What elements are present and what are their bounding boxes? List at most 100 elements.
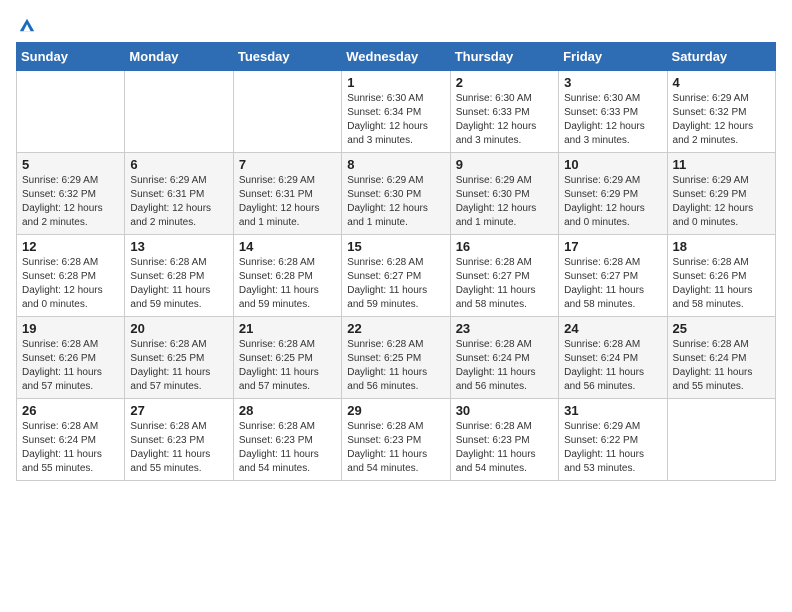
calendar-cell: 18 Sunrise: 6:28 AM Sunset: 6:26 PM Dayl… [667, 235, 775, 317]
calendar-cell: 24 Sunrise: 6:28 AM Sunset: 6:24 PM Dayl… [559, 317, 667, 399]
logo-icon [18, 16, 36, 34]
day-info: Sunrise: 6:30 AM Sunset: 6:33 PM Dayligh… [564, 92, 661, 148]
calendar-cell: 19 Sunrise: 6:28 AM Sunset: 6:26 PM Dayl… [17, 317, 125, 399]
calendar-cell: 7 Sunrise: 6:29 AM Sunset: 6:31 PM Dayli… [233, 153, 341, 235]
day-number: 15 [347, 239, 444, 254]
day-info: Sunrise: 6:29 AM Sunset: 6:32 PM Dayligh… [22, 174, 119, 230]
day-info: Sunrise: 6:29 AM Sunset: 6:30 PM Dayligh… [347, 174, 444, 230]
day-number: 28 [239, 403, 336, 418]
day-info: Sunrise: 6:28 AM Sunset: 6:27 PM Dayligh… [456, 256, 553, 312]
calendar-cell: 11 Sunrise: 6:29 AM Sunset: 6:29 PM Dayl… [667, 153, 775, 235]
day-number: 10 [564, 157, 661, 172]
day-number: 22 [347, 321, 444, 336]
day-info: Sunrise: 6:28 AM Sunset: 6:28 PM Dayligh… [22, 256, 119, 312]
calendar-cell: 10 Sunrise: 6:29 AM Sunset: 6:29 PM Dayl… [559, 153, 667, 235]
day-number: 27 [130, 403, 227, 418]
calendar-cell: 2 Sunrise: 6:30 AM Sunset: 6:33 PM Dayli… [450, 71, 558, 153]
day-number: 20 [130, 321, 227, 336]
calendar-cell: 27 Sunrise: 6:28 AM Sunset: 6:23 PM Dayl… [125, 399, 233, 481]
day-info: Sunrise: 6:29 AM Sunset: 6:29 PM Dayligh… [564, 174, 661, 230]
calendar-week-row: 26 Sunrise: 6:28 AM Sunset: 6:24 PM Dayl… [17, 399, 776, 481]
day-info: Sunrise: 6:28 AM Sunset: 6:26 PM Dayligh… [22, 338, 119, 394]
col-header-monday: Monday [125, 43, 233, 71]
day-number: 30 [456, 403, 553, 418]
day-info: Sunrise: 6:29 AM Sunset: 6:31 PM Dayligh… [239, 174, 336, 230]
calendar-cell: 8 Sunrise: 6:29 AM Sunset: 6:30 PM Dayli… [342, 153, 450, 235]
day-info: Sunrise: 6:28 AM Sunset: 6:26 PM Dayligh… [673, 256, 770, 312]
calendar-cell [233, 71, 341, 153]
calendar-table: SundayMondayTuesdayWednesdayThursdayFrid… [16, 42, 776, 481]
calendar-cell: 21 Sunrise: 6:28 AM Sunset: 6:25 PM Dayl… [233, 317, 341, 399]
col-header-tuesday: Tuesday [233, 43, 341, 71]
calendar-cell: 22 Sunrise: 6:28 AM Sunset: 6:25 PM Dayl… [342, 317, 450, 399]
day-number: 29 [347, 403, 444, 418]
day-info: Sunrise: 6:28 AM Sunset: 6:23 PM Dayligh… [347, 420, 444, 476]
day-info: Sunrise: 6:28 AM Sunset: 6:25 PM Dayligh… [130, 338, 227, 394]
day-number: 3 [564, 75, 661, 90]
calendar-cell: 23 Sunrise: 6:28 AM Sunset: 6:24 PM Dayl… [450, 317, 558, 399]
col-header-saturday: Saturday [667, 43, 775, 71]
calendar-cell: 14 Sunrise: 6:28 AM Sunset: 6:28 PM Dayl… [233, 235, 341, 317]
calendar-cell: 17 Sunrise: 6:28 AM Sunset: 6:27 PM Dayl… [559, 235, 667, 317]
calendar-cell: 25 Sunrise: 6:28 AM Sunset: 6:24 PM Dayl… [667, 317, 775, 399]
calendar-cell: 9 Sunrise: 6:29 AM Sunset: 6:30 PM Dayli… [450, 153, 558, 235]
calendar-week-row: 1 Sunrise: 6:30 AM Sunset: 6:34 PM Dayli… [17, 71, 776, 153]
col-header-friday: Friday [559, 43, 667, 71]
day-number: 16 [456, 239, 553, 254]
day-info: Sunrise: 6:29 AM Sunset: 6:22 PM Dayligh… [564, 420, 661, 476]
col-header-thursday: Thursday [450, 43, 558, 71]
day-number: 11 [673, 157, 770, 172]
day-number: 4 [673, 75, 770, 90]
day-info: Sunrise: 6:28 AM Sunset: 6:24 PM Dayligh… [22, 420, 119, 476]
day-number: 24 [564, 321, 661, 336]
day-number: 8 [347, 157, 444, 172]
day-info: Sunrise: 6:28 AM Sunset: 6:27 PM Dayligh… [564, 256, 661, 312]
calendar-cell: 1 Sunrise: 6:30 AM Sunset: 6:34 PM Dayli… [342, 71, 450, 153]
day-number: 7 [239, 157, 336, 172]
day-info: Sunrise: 6:28 AM Sunset: 6:23 PM Dayligh… [130, 420, 227, 476]
day-info: Sunrise: 6:28 AM Sunset: 6:24 PM Dayligh… [564, 338, 661, 394]
day-info: Sunrise: 6:29 AM Sunset: 6:29 PM Dayligh… [673, 174, 770, 230]
calendar-cell [667, 399, 775, 481]
day-info: Sunrise: 6:28 AM Sunset: 6:27 PM Dayligh… [347, 256, 444, 312]
calendar-week-row: 19 Sunrise: 6:28 AM Sunset: 6:26 PM Dayl… [17, 317, 776, 399]
col-header-wednesday: Wednesday [342, 43, 450, 71]
day-number: 14 [239, 239, 336, 254]
day-number: 31 [564, 403, 661, 418]
day-info: Sunrise: 6:28 AM Sunset: 6:23 PM Dayligh… [239, 420, 336, 476]
calendar-cell: 5 Sunrise: 6:29 AM Sunset: 6:32 PM Dayli… [17, 153, 125, 235]
calendar-cell [125, 71, 233, 153]
day-number: 13 [130, 239, 227, 254]
day-number: 25 [673, 321, 770, 336]
day-info: Sunrise: 6:29 AM Sunset: 6:30 PM Dayligh… [456, 174, 553, 230]
calendar-cell: 15 Sunrise: 6:28 AM Sunset: 6:27 PM Dayl… [342, 235, 450, 317]
day-number: 21 [239, 321, 336, 336]
calendar-cell: 12 Sunrise: 6:28 AM Sunset: 6:28 PM Dayl… [17, 235, 125, 317]
day-number: 9 [456, 157, 553, 172]
day-number: 1 [347, 75, 444, 90]
day-number: 12 [22, 239, 119, 254]
day-info: Sunrise: 6:28 AM Sunset: 6:23 PM Dayligh… [456, 420, 553, 476]
day-number: 26 [22, 403, 119, 418]
day-number: 5 [22, 157, 119, 172]
logo [16, 16, 36, 30]
calendar-cell: 20 Sunrise: 6:28 AM Sunset: 6:25 PM Dayl… [125, 317, 233, 399]
day-info: Sunrise: 6:28 AM Sunset: 6:24 PM Dayligh… [673, 338, 770, 394]
col-header-sunday: Sunday [17, 43, 125, 71]
day-info: Sunrise: 6:28 AM Sunset: 6:28 PM Dayligh… [130, 256, 227, 312]
calendar-cell: 26 Sunrise: 6:28 AM Sunset: 6:24 PM Dayl… [17, 399, 125, 481]
day-number: 19 [22, 321, 119, 336]
calendar-cell [17, 71, 125, 153]
calendar-cell: 29 Sunrise: 6:28 AM Sunset: 6:23 PM Dayl… [342, 399, 450, 481]
day-info: Sunrise: 6:30 AM Sunset: 6:34 PM Dayligh… [347, 92, 444, 148]
calendar-week-row: 12 Sunrise: 6:28 AM Sunset: 6:28 PM Dayl… [17, 235, 776, 317]
calendar-cell: 28 Sunrise: 6:28 AM Sunset: 6:23 PM Dayl… [233, 399, 341, 481]
day-info: Sunrise: 6:28 AM Sunset: 6:28 PM Dayligh… [239, 256, 336, 312]
calendar-cell: 3 Sunrise: 6:30 AM Sunset: 6:33 PM Dayli… [559, 71, 667, 153]
day-number: 23 [456, 321, 553, 336]
page-header [16, 16, 776, 30]
day-info: Sunrise: 6:28 AM Sunset: 6:25 PM Dayligh… [239, 338, 336, 394]
day-number: 18 [673, 239, 770, 254]
calendar-cell: 31 Sunrise: 6:29 AM Sunset: 6:22 PM Dayl… [559, 399, 667, 481]
day-info: Sunrise: 6:28 AM Sunset: 6:25 PM Dayligh… [347, 338, 444, 394]
